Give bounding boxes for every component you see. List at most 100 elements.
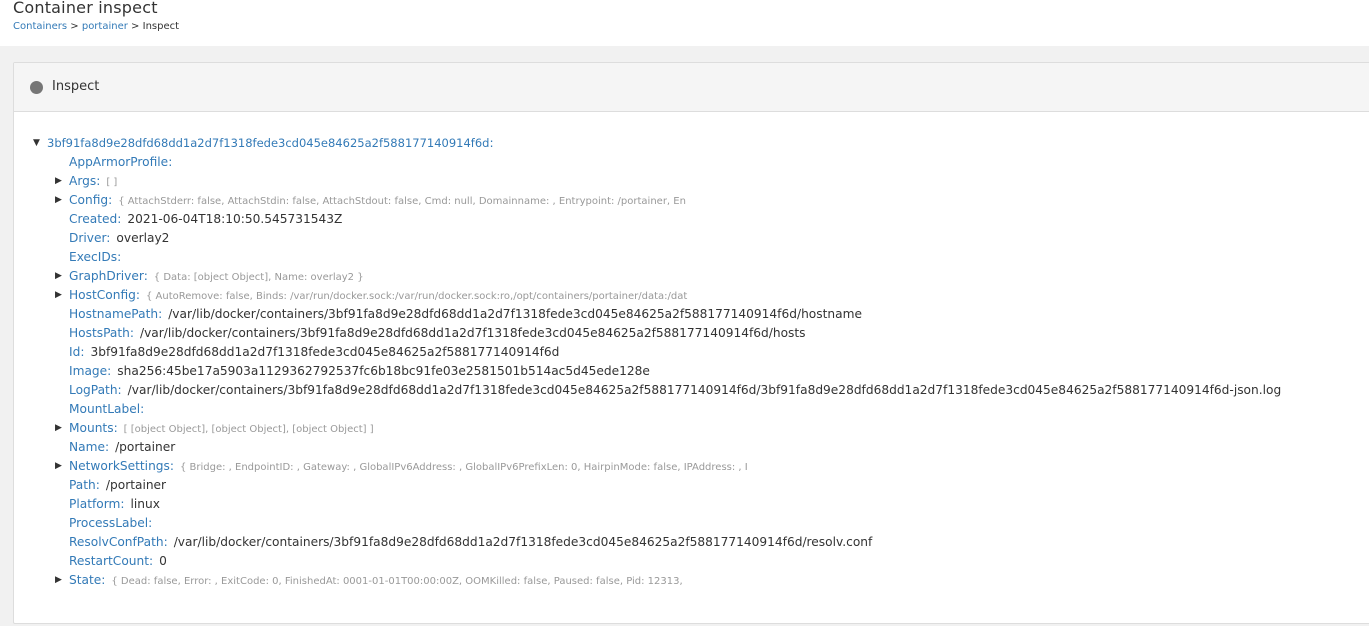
tree-key: ResolvConfPath — [69, 535, 164, 549]
tree-key: HostnamePath — [69, 307, 159, 321]
tree-key: HostsPath — [69, 326, 130, 340]
tree-key-colon: : — [104, 440, 110, 454]
tree-key-colon: : — [96, 174, 101, 188]
tree-preview: { AutoRemove: false, Binds: /var/run/doc… — [145, 291, 688, 302]
tree-key: NetworkSettings — [69, 459, 170, 473]
tree-key-colon: : — [108, 193, 113, 207]
caret-down-icon[interactable]: ▼ — [33, 134, 47, 153]
tree-key: Name — [69, 440, 105, 454]
tree-key-colon: : — [117, 250, 122, 264]
tree-row-image: Image: sha256:45be17a5903a1129362792537fc… — [13, 362, 1369, 381]
caret-right-icon[interactable]: ▶ — [55, 419, 69, 438]
tree-key: Driver — [69, 231, 107, 245]
breadcrumb-separator: > — [70, 21, 79, 32]
tree-root-row[interactable]: ▼ 3bf91fa8d9e28dfd68dd1a2d7f1318fede3cd04… — [13, 134, 1369, 153]
tree-key: ProcessLabel — [69, 516, 149, 530]
tree-key: Id — [69, 345, 81, 359]
tree-key: HostConfig — [69, 288, 136, 302]
tree-key: LogPath — [69, 383, 118, 397]
tree-key: RestartCount — [69, 554, 149, 568]
tree-key-colon: : — [158, 307, 163, 321]
widget-title: Inspect — [52, 79, 100, 94]
tree-value: /var/lib/docker/containers/3bf91fa8d9e28… — [168, 307, 862, 321]
caret-right-icon[interactable]: ▶ — [55, 191, 69, 210]
breadcrumb: Containers > portainer > Inspect — [13, 21, 179, 32]
tree-key: State — [69, 573, 102, 587]
tree-row-path: Path: /portainer — [13, 476, 1369, 495]
tree-value: sha256:45be17a5903a1129362792537fc6b18bc… — [117, 364, 650, 378]
tree-value: 0 — [159, 554, 167, 568]
tree-preview: [ ] — [106, 177, 118, 188]
tree-key: ExecIDs — [69, 250, 118, 264]
page-title: Container inspect — [13, 0, 158, 17]
tree-row-execids: ExecIDs: — [13, 248, 1369, 267]
tree-row-created: Created: 2021-06-04T18:10:50.545731543Z — [13, 210, 1369, 229]
tree-key-colon: : — [101, 573, 106, 587]
tree-key-colon: : — [106, 231, 111, 245]
tree-row-logpath: LogPath: /var/lib/docker/containers/3bf91… — [13, 381, 1369, 400]
tree-value: /var/lib/docker/containers/3bf91fa8d9e28… — [127, 383, 1282, 397]
tree-row-hostnamepath: HostnamePath: /var/lib/docker/containers/… — [13, 305, 1369, 324]
tree-key-colon: : — [140, 402, 145, 416]
tree-value: /var/lib/docker/containers/3bf91fa8d9e28… — [173, 535, 873, 549]
tree-row-resolvconfpath: ResolvConfPath: /var/lib/docker/container… — [13, 533, 1369, 552]
tree-preview: { Data: [object Object], Name: overlay2 … — [153, 272, 364, 283]
tree-key: Mounts — [69, 421, 114, 435]
caret-right-icon[interactable]: ▶ — [55, 457, 69, 476]
tree-preview: { AttachStderr: false, AttachStdin: fals… — [118, 196, 686, 207]
tree-key-colon: : — [135, 288, 140, 302]
tree-row-mounts[interactable]: ▶ Mounts: [ [object Object], [object Objec… — [13, 419, 1369, 438]
tree-key-colon: : — [113, 421, 118, 435]
tree-key: Config — [69, 193, 109, 207]
breadcrumb-separator: > — [131, 21, 140, 32]
tree-row-state[interactable]: ▶ State: { Dead: false, Error: , ExitCode:… — [13, 571, 1369, 590]
tree-key-colon: : — [117, 383, 122, 397]
tree-key-colon: : — [168, 155, 173, 169]
tree-preview: { Dead: false, Error: , ExitCode: 0, Fin… — [111, 576, 683, 587]
breadcrumb-portainer-link[interactable]: portainer — [82, 21, 128, 32]
tree-preview: { Bridge: , EndpointID: , Gateway: , Glo… — [179, 462, 748, 473]
tree-row-args[interactable]: ▶ Args: [ ] — [13, 172, 1369, 191]
tree-value: /portainer — [115, 440, 176, 454]
tree-key-colon: : — [163, 535, 168, 549]
tree-key-colon: : — [169, 459, 174, 473]
caret-right-icon[interactable]: ▶ — [55, 172, 69, 191]
page-header: Container inspect Containers > portainer… — [0, 0, 1369, 46]
tree-row-name: Name: /portainer — [13, 438, 1369, 457]
tree-row-driver: Driver: overlay2 — [13, 229, 1369, 248]
tree-key: Image — [69, 364, 108, 378]
caret-right-icon[interactable]: ▶ — [55, 267, 69, 286]
tree-row-networksettings[interactable]: ▶ NetworkSettings: { Bridge: , EndpointID:… — [13, 457, 1369, 476]
tree-root-key: 3bf91fa8d9e28dfd68dd1a2d7f1318fede3cd045… — [47, 136, 490, 150]
tree-row-platform: Platform: linux — [13, 495, 1369, 514]
breadcrumb-current: Inspect — [142, 21, 180, 32]
tree-key-colon: : — [129, 326, 134, 340]
circle-icon — [30, 81, 43, 94]
tree-value: 3bf91fa8d9e28dfd68dd1a2d7f1318fede3cd045… — [90, 345, 560, 359]
tree-preview: [ [object Object], [object Object], [obj… — [123, 424, 374, 435]
tree-row-hostconfig[interactable]: ▶ HostConfig: { AutoRemove: false, Binds: … — [13, 286, 1369, 305]
tree-key-colon: : — [148, 516, 153, 530]
breadcrumb-containers-link[interactable]: Containers — [13, 21, 67, 32]
tree-key: GraphDriver — [69, 269, 144, 283]
caret-right-icon[interactable]: ▶ — [55, 286, 69, 305]
tree-key-colon: : — [143, 269, 148, 283]
tree-key-colon: : — [489, 136, 494, 150]
tree-row-graphdriver[interactable]: ▶ GraphDriver: { Data: [object Object], Na… — [13, 267, 1369, 286]
tree-key-colon: : — [117, 212, 122, 226]
tree-key: AppArmorProfile — [69, 155, 169, 169]
tree-key: MountLabel — [69, 402, 141, 416]
tree-key: Platform — [69, 497, 121, 511]
tree-value: overlay2 — [116, 231, 170, 245]
tree-key: Path — [69, 478, 96, 492]
tree-row-hostspath: HostsPath: /var/lib/docker/containers/3bf… — [13, 324, 1369, 343]
tree-key: Created — [69, 212, 118, 226]
tree-key-colon: : — [80, 345, 85, 359]
tree-key: Args — [69, 174, 97, 188]
tree-key-colon: : — [149, 554, 154, 568]
tree-key-colon: : — [95, 478, 100, 492]
tree-key-colon: : — [107, 364, 112, 378]
caret-right-icon[interactable]: ▶ — [55, 571, 69, 590]
tree-row-apparmorprofile: AppArmorProfile: — [13, 153, 1369, 172]
tree-row-config[interactable]: ▶ Config: { AttachStderr: false, AttachStd… — [13, 191, 1369, 210]
